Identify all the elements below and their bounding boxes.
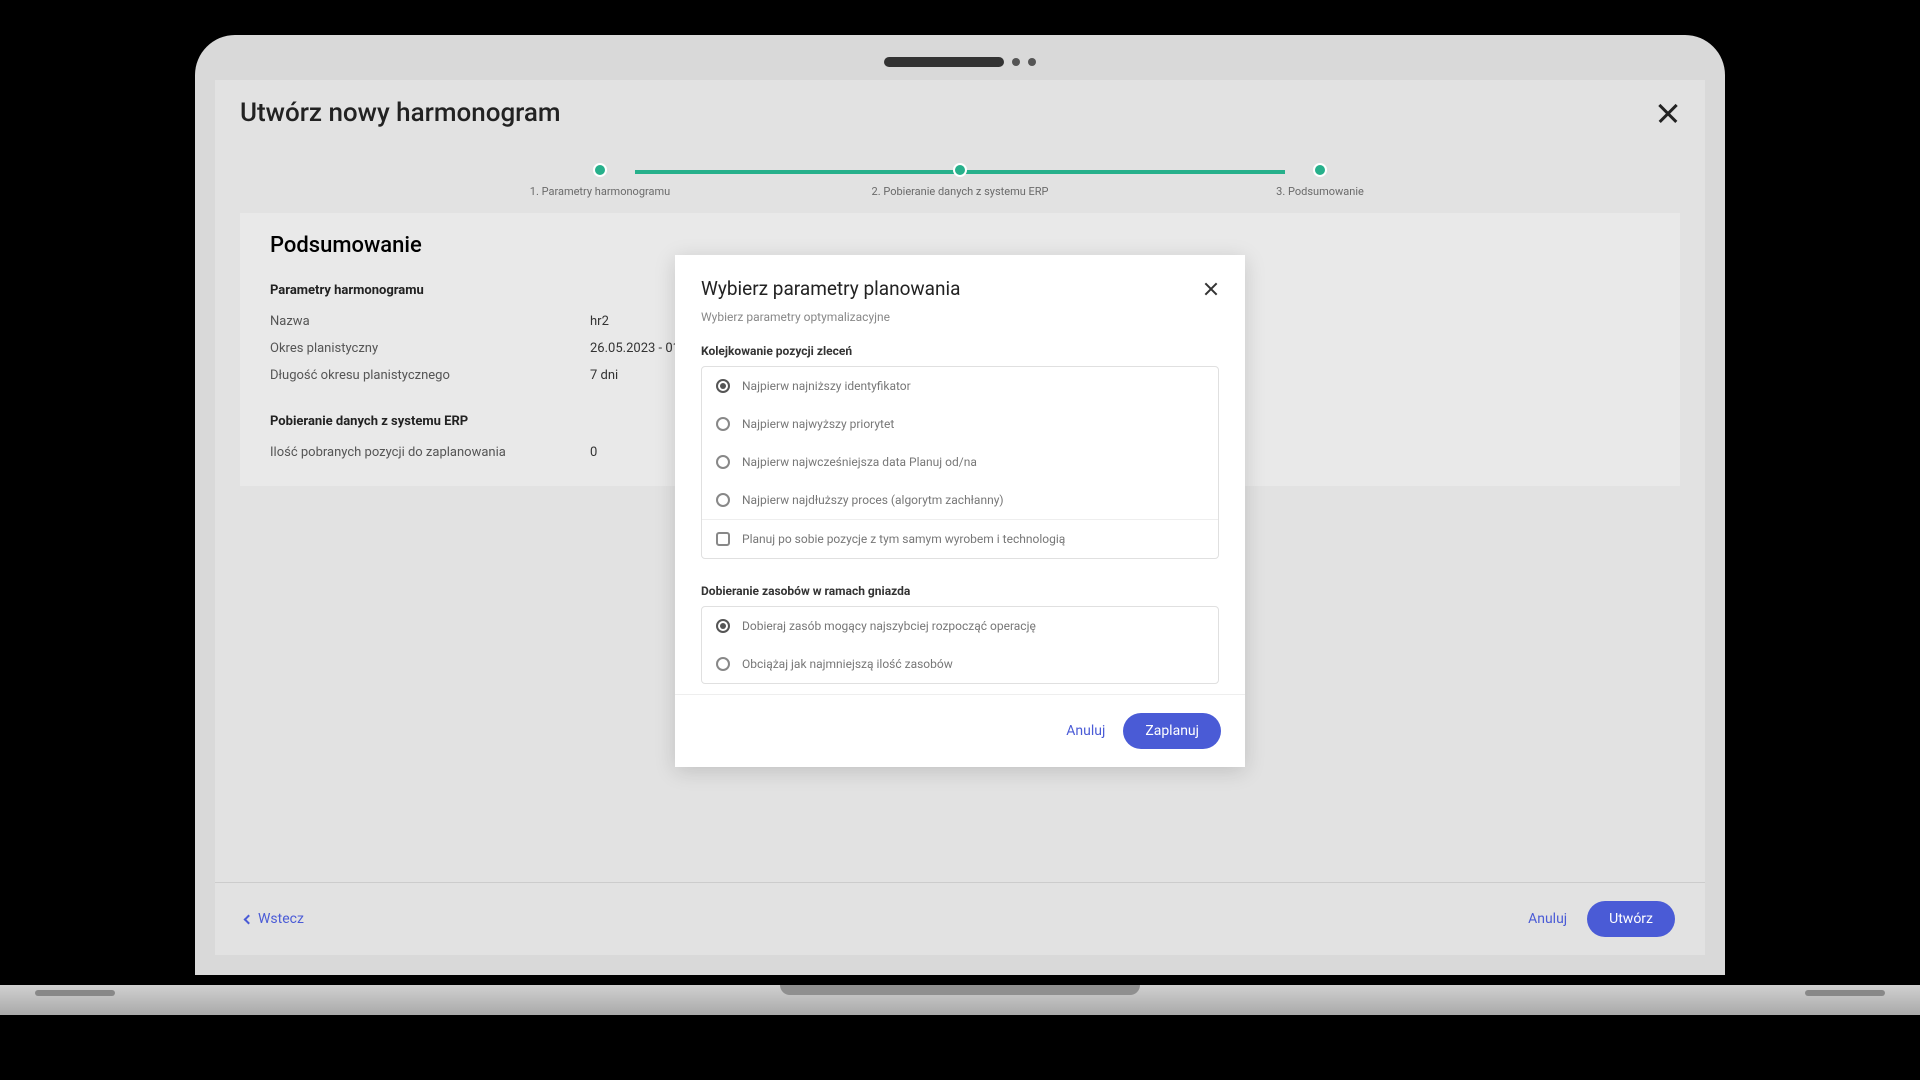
step-label: 2. Pobieranie danych z systemu ERP — [872, 185, 1049, 198]
checkbox-icon — [716, 532, 730, 546]
kv-label: Ilość pobranych pozycji do zaplanowania — [270, 445, 590, 460]
radio-icon — [716, 493, 730, 507]
radio-icon — [716, 417, 730, 431]
option-label: Najpierw najniższy identyfikator — [742, 379, 911, 393]
speaker-grill — [884, 57, 1036, 67]
resources-section-title: Dobieranie zasobów w ramach gniazda — [675, 569, 1245, 606]
kv-value: hr2 — [590, 314, 609, 329]
chevron-left-icon — [244, 914, 254, 924]
radio-option-longest-process[interactable]: Najpierw najdłuższy proces (algorytm zac… — [702, 481, 1218, 519]
planning-params-modal: Wybierz parametry planowania Wybierz par… — [675, 255, 1245, 767]
close-icon[interactable] — [1656, 101, 1680, 125]
radio-option-fewest-resources[interactable]: Obciążaj jak najmniejszą ilość zasobów — [702, 645, 1218, 683]
queue-options: Najpierw najniższy identyfikator Najpier… — [701, 366, 1219, 559]
radio-option-highest-priority[interactable]: Najpierw najwyższy priorytet — [702, 405, 1218, 443]
option-label: Obciążaj jak najmniejszą ilość zasobów — [742, 657, 953, 671]
step-label: 1. Parametry harmonogramu — [530, 185, 670, 198]
close-icon[interactable] — [1203, 281, 1219, 297]
kv-label: Okres planistyczny — [270, 341, 590, 356]
kv-value: 7 dni — [590, 368, 618, 383]
step-dot-icon — [593, 163, 607, 177]
footer-actions: Anuluj Utwórz — [1528, 901, 1675, 937]
kv-label: Nazwa — [270, 314, 590, 329]
screen-bezel: Utwórz nowy harmonogram 1. Parametry har… — [195, 35, 1725, 975]
modal-header: Wybierz parametry planowania — [675, 255, 1245, 305]
progress-stepper: 1. Parametry harmonogramu 2. Pobieranie … — [600, 163, 1320, 198]
radio-icon — [716, 657, 730, 671]
radio-icon — [716, 619, 730, 633]
checkbox-group-same-product[interactable]: Planuj po sobie pozycje z tym samym wyro… — [702, 519, 1218, 558]
cancel-button[interactable]: Anuluj — [1066, 723, 1105, 739]
create-button[interactable]: Utwórz — [1587, 901, 1675, 937]
cancel-button[interactable]: Anuluj — [1528, 911, 1567, 927]
option-label: Dobieraj zasób mogący najszybciej rozpoc… — [742, 619, 1036, 633]
kv-label: Długość okresu planistycznego — [270, 368, 590, 383]
plan-button[interactable]: Zaplanuj — [1123, 713, 1221, 749]
radio-option-earliest-date[interactable]: Najpierw najwcześniejsza data Planuj od/… — [702, 443, 1218, 481]
option-label: Najpierw najwcześniejsza data Planuj od/… — [742, 455, 977, 469]
resource-options: Dobieraj zasób mogący najszybciej rozpoc… — [701, 606, 1219, 684]
step-dot-icon — [1313, 163, 1327, 177]
step-label: 3. Podsumowanie — [1276, 185, 1364, 198]
radio-icon — [716, 379, 730, 393]
kv-value: 0 — [590, 445, 597, 460]
laptop-base — [0, 985, 1920, 1015]
option-label: Najpierw najwyższy priorytet — [742, 417, 894, 431]
page-title: Utwórz nowy harmonogram — [240, 98, 561, 128]
back-label: Wstecz — [258, 911, 304, 927]
step-dot-icon — [953, 163, 967, 177]
page-header: Utwórz nowy harmonogram — [215, 80, 1705, 128]
modal-title: Wybierz parametry planowania — [701, 277, 960, 300]
radio-icon — [716, 455, 730, 469]
option-label: Najpierw najdłuższy proces (algorytm zac… — [742, 493, 1004, 507]
option-label: Planuj po sobie pozycje z tym samym wyro… — [742, 532, 1065, 546]
modal-footer: Anuluj Zaplanuj — [675, 694, 1245, 767]
modal-subtitle: Wybierz parametry optymalizacyjne — [675, 305, 1245, 329]
page-footer: Wstecz Anuluj Utwórz — [215, 882, 1705, 955]
radio-option-lowest-id[interactable]: Najpierw najniższy identyfikator — [702, 367, 1218, 405]
app-screen: Utwórz nowy harmonogram 1. Parametry har… — [215, 80, 1705, 955]
laptop-mockup: Utwórz nowy harmonogram 1. Parametry har… — [195, 35, 1725, 995]
queue-section-title: Kolejkowanie pozycji zleceń — [675, 329, 1245, 366]
back-button[interactable]: Wstecz — [245, 911, 304, 927]
radio-option-fastest-resource[interactable]: Dobieraj zasób mogący najszybciej rozpoc… — [702, 607, 1218, 645]
